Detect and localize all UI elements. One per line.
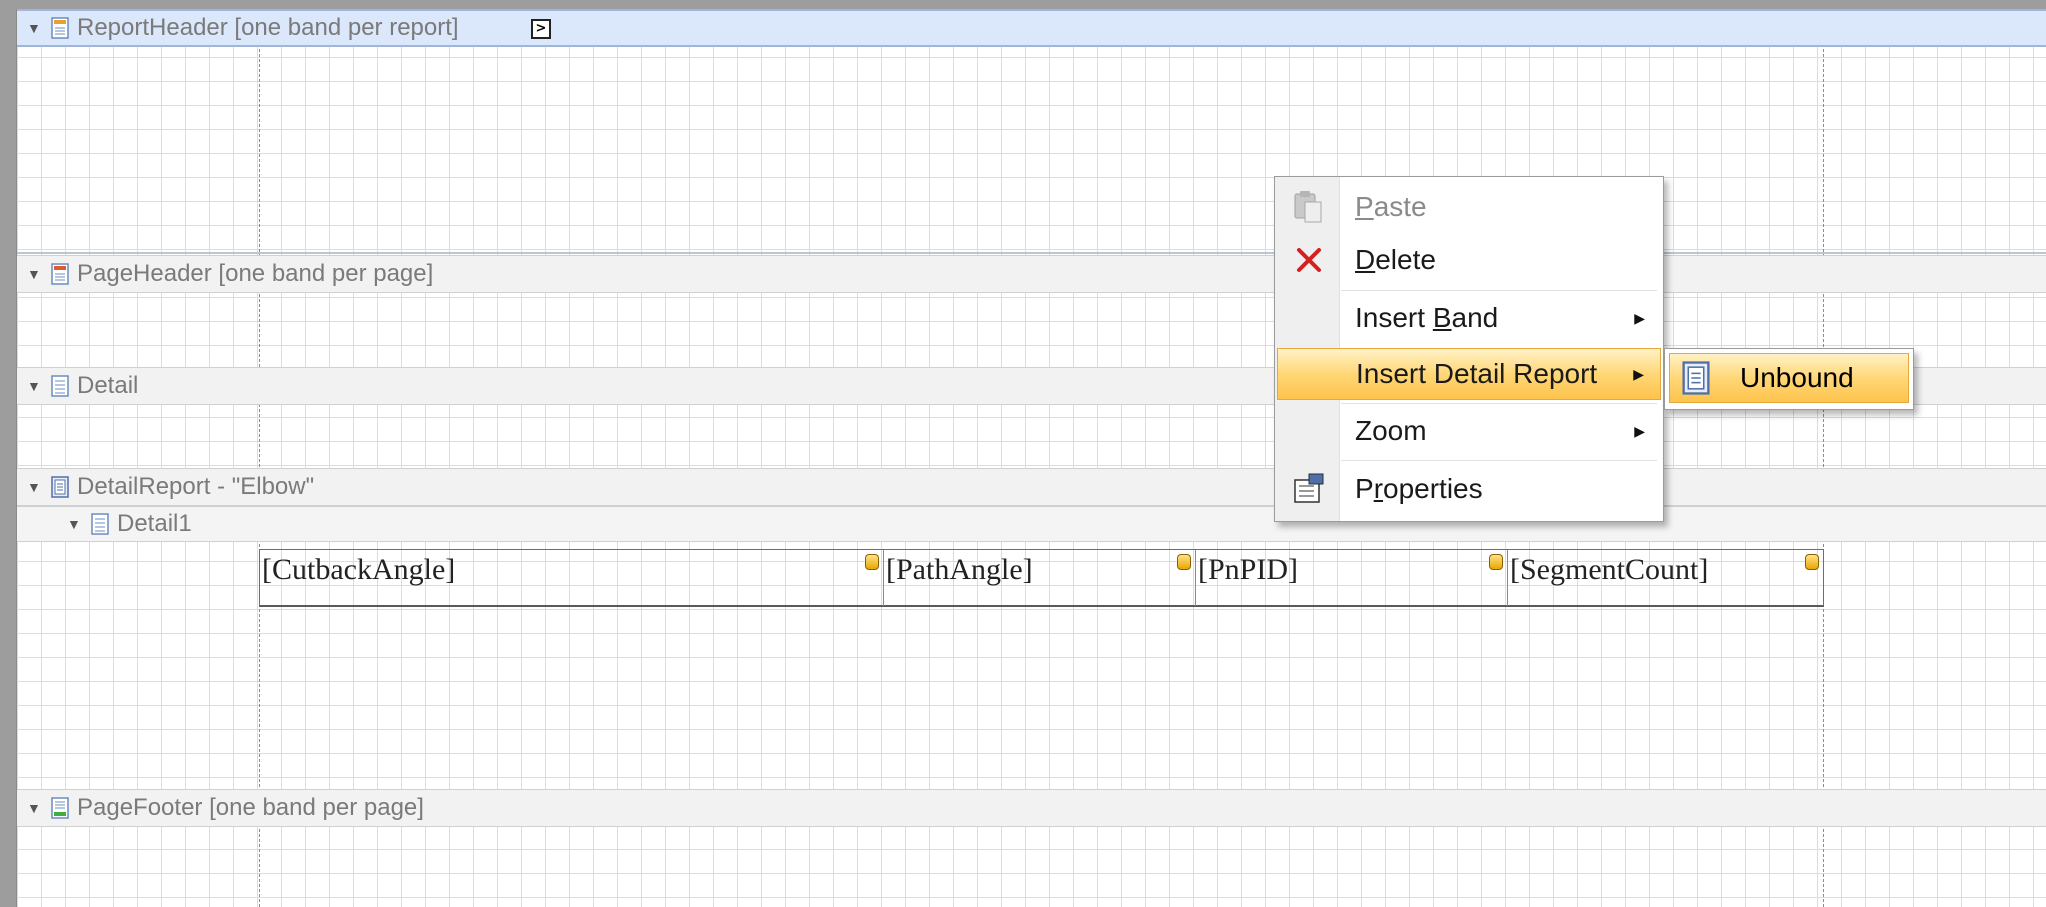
detail-report-icon — [1678, 360, 1714, 396]
page-footer-icon — [51, 797, 69, 819]
detail-band-icon — [91, 513, 109, 535]
left-margin-line — [259, 9, 260, 907]
context-menu: Paste Delete Insert Band ▶ Insert Detail… — [1274, 176, 1664, 522]
band-header-detail1[interactable]: ▼ Detail1 — [17, 506, 2046, 542]
band-header-detail-report[interactable]: ▼ DetailReport - "Elbow" — [17, 468, 2046, 506]
collapse-arrow-icon[interactable]: ▼ — [67, 516, 85, 532]
collapse-arrow-icon[interactable]: ▼ — [27, 800, 45, 816]
field-label: [PathAngle] — [886, 553, 1033, 586]
band-title: PageFooter [one band per page] — [77, 794, 424, 821]
menu-item-zoom[interactable]: Zoom ▶ — [1277, 405, 1661, 457]
submenu-arrow-icon: ▶ — [1633, 365, 1644, 382]
properties-icon — [1291, 471, 1327, 507]
band-header-report-header[interactable]: ▼ ReportHeader [one band per report] — [17, 9, 2046, 47]
detail-report-icon — [51, 476, 69, 498]
field-label: [SegmentCount] — [1510, 553, 1709, 586]
delete-icon — [1291, 242, 1327, 278]
detail1-field-row: [CutbackAngle] [PathAngle] [PnPID] [Segm… — [259, 549, 1824, 607]
field-cell[interactable]: [SegmentCount] — [1508, 550, 1823, 606]
band-separator — [17, 252, 2046, 254]
menu-item-insert-band[interactable]: Insert Band ▶ — [1277, 292, 1661, 344]
band-title: Detail — [77, 372, 139, 399]
database-field-icon — [1489, 554, 1503, 570]
band-header-page-header[interactable]: ▼ PageHeader [one band per page] — [17, 255, 2046, 293]
field-cell[interactable]: [PnPID] — [1196, 550, 1508, 606]
menu-separator — [1341, 460, 1657, 461]
field-label: [CutbackAngle] — [262, 553, 456, 586]
submenu-arrow-icon: ▶ — [1634, 309, 1645, 326]
band-title: PageHeader [one band per page] — [77, 260, 434, 287]
collapse-arrow-icon[interactable]: ▼ — [27, 20, 45, 36]
menu-separator — [1341, 403, 1657, 404]
detail-band-icon — [51, 375, 69, 397]
menu-item-properties[interactable]: Properties — [1277, 463, 1661, 515]
band-title: Detail1 — [117, 510, 192, 537]
insert-detail-report-submenu: Unbound — [1664, 348, 1914, 410]
menu-item-paste[interactable]: Paste — [1277, 181, 1661, 233]
submenu-item-unbound[interactable]: Unbound — [1669, 353, 1909, 403]
field-cell[interactable]: [CutbackAngle] — [260, 550, 884, 606]
field-cell[interactable]: [PathAngle] — [884, 550, 1196, 606]
report-header-icon — [51, 17, 69, 39]
menu-item-delete[interactable]: Delete — [1277, 234, 1661, 286]
submenu-arrow-icon: ▶ — [1634, 422, 1645, 439]
collapse-arrow-icon[interactable]: ▼ — [27, 479, 45, 495]
collapse-arrow-icon[interactable]: ▼ — [27, 266, 45, 282]
collapse-arrow-icon[interactable]: ▼ — [27, 378, 45, 394]
paste-icon — [1291, 189, 1327, 225]
menu-separator — [1341, 290, 1657, 291]
menu-item-insert-detail-report[interactable]: Insert Detail Report ▶ — [1277, 348, 1661, 400]
database-field-icon — [1177, 554, 1191, 570]
right-margin-line — [1823, 9, 1824, 907]
field-label: [PnPID] — [1198, 553, 1299, 586]
report-design-surface[interactable]: ▼ ReportHeader [one band per report] > ▼… — [16, 9, 2046, 907]
band-header-page-footer[interactable]: ▼ PageFooter [one band per page] — [17, 789, 2046, 827]
band-title: ReportHeader [one band per report] — [77, 14, 459, 41]
database-field-icon — [865, 554, 879, 570]
page-header-icon — [51, 263, 69, 285]
band-title: DetailReport - "Elbow" — [77, 473, 315, 500]
database-field-icon — [1805, 554, 1819, 570]
smart-tag-icon[interactable]: > — [531, 19, 551, 39]
